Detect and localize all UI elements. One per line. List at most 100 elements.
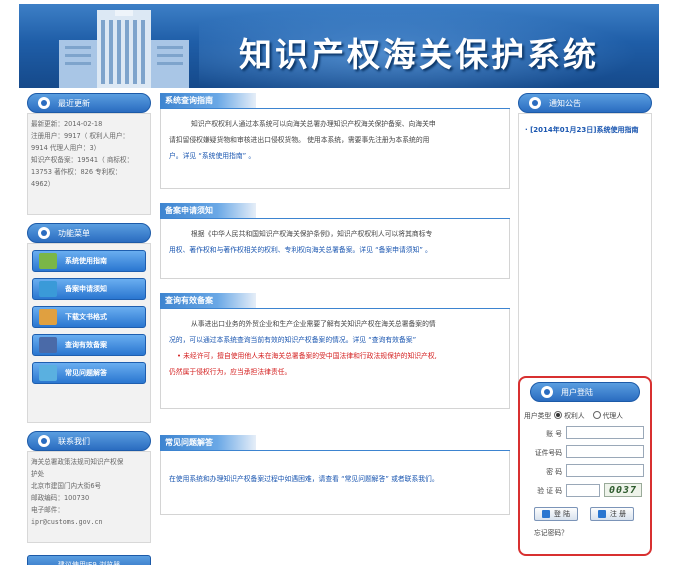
section-filing-notice-body: 根据《中华人民共和国知识产权海关保护条例》，知识产权权利人可以将其商标专 用权、…	[160, 219, 510, 279]
section-system-guide-body: 知识产权权利人通过本系统可以向海关总署办理知识产权海关保护备案、向海关申 请扣留…	[160, 109, 510, 189]
login-panel: 用户登陆 用户类型 权利人 代理人 账 号 证件号码 密 码 验 证 码 003…	[518, 376, 652, 556]
radio-owner-label: 权利人	[564, 412, 585, 420]
register-button-label: 注 册	[609, 510, 627, 518]
forgot-row: 忘记密码？	[524, 527, 646, 537]
login-button[interactable]: 登 陆	[534, 507, 578, 521]
radio-agent[interactable]	[592, 411, 601, 419]
section-text: 根据《中华人民共和国知识产权海关保护条例》，知识产权权利人可以将其商标专	[191, 230, 433, 238]
contact-line[interactable]: ipr@customs.gov.cn	[31, 516, 147, 528]
password-label: 密 码	[546, 467, 562, 476]
login-button-label: 登 陆	[553, 510, 571, 518]
folder-icon	[39, 309, 57, 325]
menu-item-label: 下载文书格式	[65, 313, 107, 321]
browser-recommend-button[interactable]: 建议使用IE9 浏览器	[27, 555, 151, 565]
page-title: 知识产权海关保护系统	[239, 35, 599, 74]
recent-line: 注册用户：9917（ 权利人用户：	[31, 132, 130, 140]
radio-owner[interactable]	[554, 411, 563, 419]
password-input[interactable]	[566, 464, 644, 477]
function-menu-header: 功能菜单	[27, 223, 151, 243]
bell-icon	[529, 97, 541, 109]
question-icon	[39, 365, 57, 381]
contact-line: 电子邮件：	[31, 506, 64, 514]
system-guide-link[interactable]: 户。详见 “系统使用指南” 。	[169, 148, 501, 164]
document-icon	[39, 281, 57, 297]
filing-notice-link[interactable]: 用权、著作权和与著作权相关的权利、专利权向海关总署备案。详见 “备案申请须知” …	[169, 242, 501, 258]
captcha-image[interactable]: 0037	[604, 483, 642, 497]
user-type-row: 用户类型 权利人 代理人	[524, 410, 646, 420]
id-number-input[interactable]	[566, 445, 644, 458]
menu-item-download-forms[interactable]: 下载文书格式	[32, 306, 146, 328]
section-query-filings-title: 查询有效备案	[160, 293, 256, 308]
register-button[interactable]: 注 册	[590, 507, 634, 521]
contact-line: 邮政编码：100730	[31, 494, 90, 502]
section-faq-title: 常见问题解答	[160, 435, 256, 450]
recent-update-header: 最近更新	[27, 93, 151, 113]
recent-line: 13753 著作权：826 专利权：	[31, 168, 122, 176]
notice-box: · [2014年01月23日]系统使用指南	[518, 113, 652, 383]
guide-book-icon	[39, 253, 57, 269]
id-number-label: 证件号码	[534, 448, 562, 457]
main-content: 系统查询指南 知识产权权利人通过本系统可以向海关总署办理知识产权海关保护备案、向…	[160, 93, 510, 529]
account-label: 账 号	[546, 429, 562, 438]
customs-building-image	[59, 10, 189, 88]
contact-line: 海关总署政策法规司知识产权保	[31, 458, 124, 466]
warning-text: 仍然属于侵权行为，应当承担法律责任。	[169, 368, 292, 376]
section-query-filings-body: 从事进出口业务的外贸企业和生产企业需要了解有关知识产权在海关总署备案的情 况的，…	[160, 309, 510, 409]
forgot-password-link[interactable]: 忘记密码？	[534, 527, 568, 537]
login-title: 用户登陆	[561, 387, 593, 397]
recent-line: 9914 代理人用户：3）	[31, 144, 101, 152]
menu-item-label: 系统使用指南	[65, 257, 107, 265]
query-filings-link[interactable]: 况的，可以通过本系统查询当前有效的知识产权备案的情况。详见 “查询有效备案”	[169, 332, 501, 348]
user-icon	[541, 386, 553, 398]
warning-text: • 未经许可，擅自使用他人未在海关总署备案的受中国法律和行政法规保护的知识产权,	[177, 352, 437, 360]
recent-line: 知识产权备案：19541（ 商标权：	[31, 156, 134, 164]
radio-agent-label: 代理人	[602, 412, 623, 420]
function-menu-box: 系统使用指南 备案申请须知 下载文书格式 查询有效备案 常见问题解答	[27, 243, 151, 423]
arrow-up-icon	[38, 97, 50, 109]
notice-header: 通知公告	[518, 93, 652, 113]
menu-item-label: 查询有效备案	[65, 341, 107, 349]
header-banner: 知识产权海关保护系统	[19, 4, 659, 88]
contact-box: 海关总署政策法规司知识产权保 护处 北京市建国门内大街6号 邮政编码：10073…	[27, 451, 151, 543]
menu-icon	[38, 227, 50, 239]
captcha-row: 验 证 码 0037	[524, 483, 646, 497]
login-header: 用户登陆	[530, 382, 640, 402]
menu-item-faq[interactable]: 常见问题解答	[32, 362, 146, 384]
contact-header: 联系我们	[27, 431, 151, 451]
id-row: 证件号码	[524, 445, 646, 458]
section-system-guide-title: 系统查询指南	[160, 93, 256, 108]
captcha-input[interactable]	[566, 483, 600, 497]
recent-update-title: 最近更新	[58, 98, 90, 108]
contact-title: 联系我们	[58, 436, 90, 446]
left-sidebar: 最近更新 最新更新：2014-02-18 注册用户：9917（ 权利人用户： 9…	[27, 93, 151, 565]
menu-item-filing-notice[interactable]: 备案申请须知	[32, 278, 146, 300]
contact-line: 护处	[31, 470, 45, 478]
contact-icon	[38, 435, 50, 447]
notice-title: 通知公告	[549, 98, 581, 108]
account-row: 账 号	[524, 426, 646, 439]
faq-link[interactable]: 在使用系统和办理知识产权备案过程中如遇困难，请查看 “常见问题解答” 或者联系我…	[169, 471, 501, 487]
function-menu-title: 功能菜单	[58, 228, 90, 238]
account-input[interactable]	[566, 426, 644, 439]
section-text: 知识产权权利人通过本系统可以向海关总署办理知识产权海关保护备案、向海关申	[191, 120, 436, 128]
recent-line: 4962）	[31, 180, 55, 188]
menu-item-query-filings[interactable]: 查询有效备案	[32, 334, 146, 356]
login-buttons-row: 登 陆 注 册	[524, 507, 646, 521]
section-text: 请扣留侵权嫌疑货物和审核进出口侵权货物。 使用本系统，需要事先注册为本系统的用	[169, 136, 430, 144]
menu-item-label: 备案申请须知	[65, 285, 107, 293]
menu-item-system-guide[interactable]: 系统使用指南	[32, 250, 146, 272]
login-arrow-icon	[541, 510, 550, 518]
user-type-label: 用户类型	[524, 412, 552, 420]
contact-line: 北京市建国门内大街6号	[31, 482, 102, 490]
section-faq-body: 在使用系统和办理知识产权备案过程中如遇困难，请查看 “常见问题解答” 或者联系我…	[160, 451, 510, 515]
captcha-label: 验 证 码	[537, 487, 562, 495]
search-book-icon	[39, 337, 57, 353]
recent-update-box: 最新更新：2014-02-18 注册用户：9917（ 权利人用户： 9914 代…	[27, 113, 151, 215]
password-row: 密 码	[524, 464, 646, 477]
notice-item[interactable]: · [2014年01月23日]系统使用指南	[525, 124, 645, 137]
recent-line: 最新更新：2014-02-18	[31, 120, 103, 128]
section-text: 从事进出口业务的外贸企业和生产企业需要了解有关知识产权在海关总署备案的情	[191, 320, 436, 328]
section-filing-notice-title: 备案申请须知	[160, 203, 256, 218]
menu-item-label: 常见问题解答	[65, 369, 107, 377]
register-arrow-icon	[597, 510, 606, 518]
